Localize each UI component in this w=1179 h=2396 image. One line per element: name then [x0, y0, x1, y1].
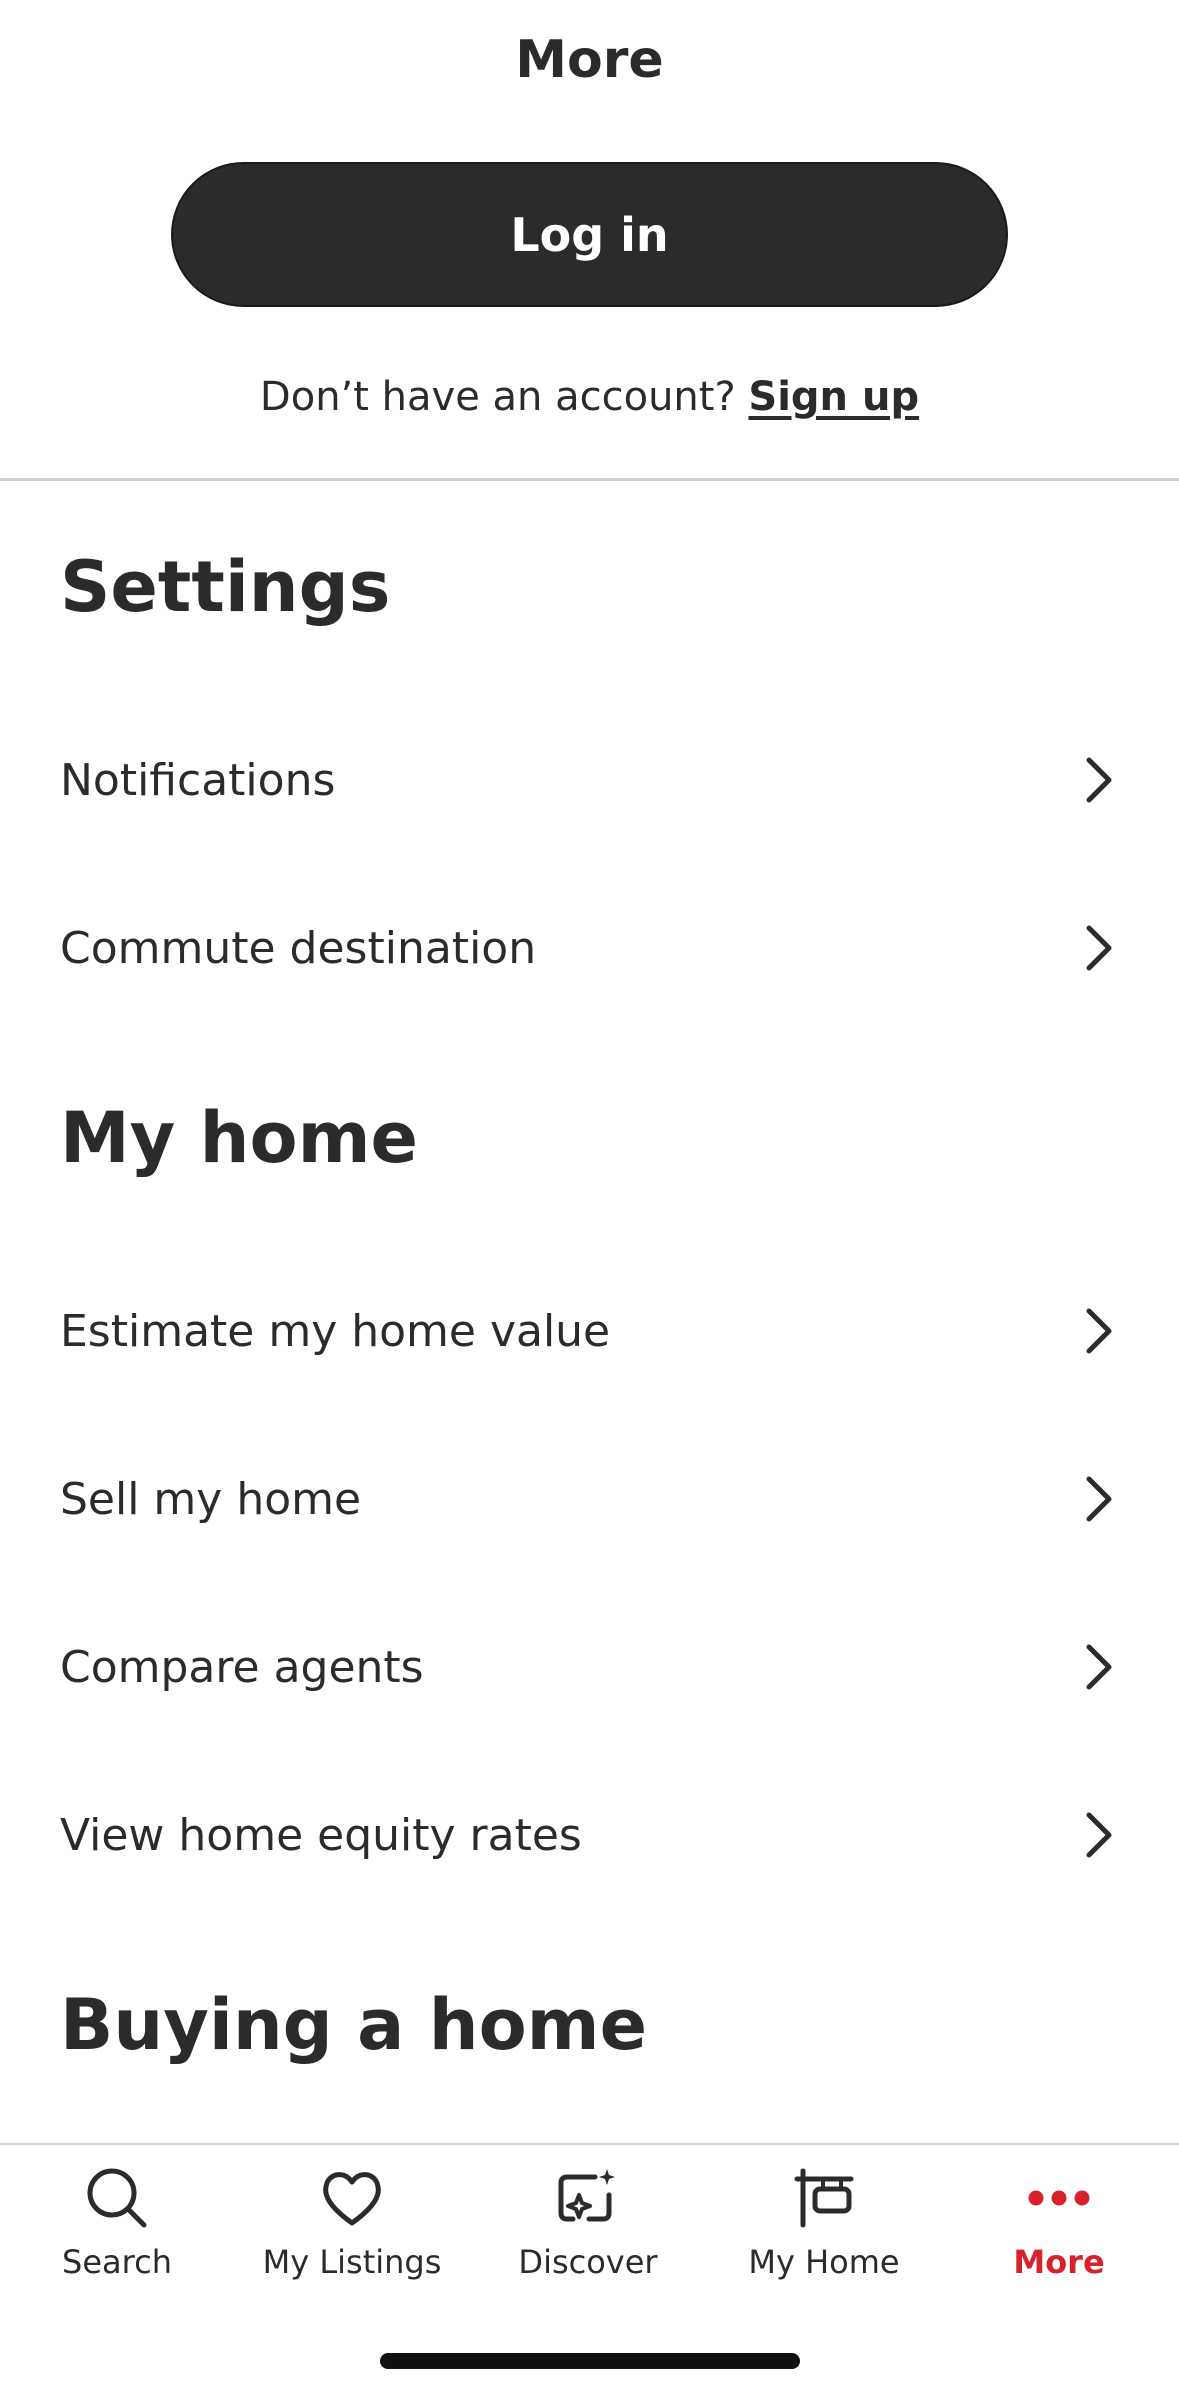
tab-label: Discover: [518, 2243, 658, 2281]
search-icon: [87, 2168, 147, 2228]
menu-item-compare-agents[interactable]: Compare agents: [0, 1583, 1179, 1751]
home-sign-icon: [794, 2168, 854, 2228]
tab-more[interactable]: More: [959, 2165, 1159, 2305]
heart-icon: [323, 2172, 381, 2226]
tab-my-home[interactable]: My Home: [724, 2165, 924, 2305]
chevron-right-icon: [1086, 757, 1112, 803]
menu-item-label: Sell my home: [60, 1473, 362, 1525]
tab-label: My Home: [748, 2243, 900, 2281]
login-button[interactable]: Log in: [171, 162, 1008, 307]
menu-item-commute-destination[interactable]: Commute destination: [0, 864, 1179, 1032]
page-title: More: [515, 30, 664, 90]
signup-prompt: Don’t have an account? Sign up: [0, 374, 1179, 420]
more-dots-icon: [1028, 2190, 1090, 2206]
menu-item-sell-my-home[interactable]: Sell my home: [0, 1415, 1179, 1583]
more-screen: More Log in Don’t have an account? Sign …: [0, 0, 1179, 2396]
menu-item-label: Commute destination: [60, 922, 537, 974]
menu-item-home-equity-rates[interactable]: View home equity rates: [0, 1751, 1179, 1919]
home-indicator[interactable]: [380, 2353, 800, 2369]
tab-label: Search: [62, 2243, 172, 2281]
menu-item-label: View home equity rates: [60, 1809, 582, 1861]
chevron-right-icon: [1086, 1308, 1112, 1354]
chevron-right-icon: [1086, 1476, 1112, 1522]
tab-label: My Listings: [262, 2243, 442, 2281]
chevron-right-icon: [1086, 1812, 1112, 1858]
signup-link[interactable]: Sign up: [748, 374, 919, 420]
menu-item-label: Estimate my home value: [60, 1305, 611, 1357]
tab-label: More: [1013, 2243, 1105, 2281]
divider: [0, 478, 1179, 481]
tab-discover[interactable]: Discover: [488, 2165, 688, 2305]
chevron-right-icon: [1086, 1644, 1112, 1690]
settings-heading: Settings: [60, 546, 391, 628]
tab-search[interactable]: Search: [17, 2165, 217, 2305]
buying-home-heading: Buying a home: [60, 1984, 648, 2066]
tab-my-listings[interactable]: My Listings: [252, 2165, 452, 2305]
my-home-heading: My home: [60, 1097, 418, 1179]
menu-item-notifications[interactable]: Notifications: [0, 696, 1179, 864]
menu-item-estimate-home-value[interactable]: Estimate my home value: [0, 1247, 1179, 1415]
menu-item-label: Compare agents: [60, 1641, 424, 1693]
chevron-right-icon: [1086, 925, 1112, 971]
discover-icon: [558, 2169, 615, 2222]
menu-item-label: Notifications: [60, 754, 336, 806]
signup-prompt-text: Don’t have an account?: [259, 374, 736, 420]
